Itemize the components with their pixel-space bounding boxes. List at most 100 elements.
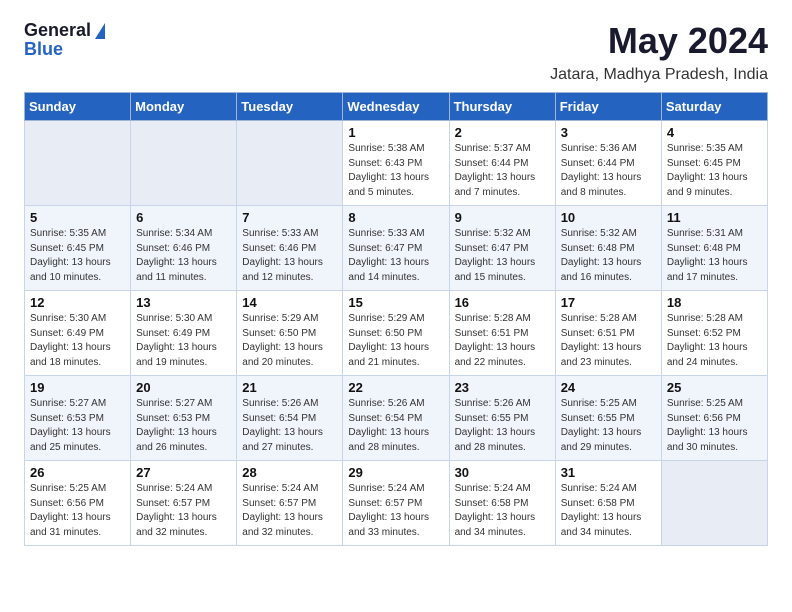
table-row: 26 Sunrise: 5:25 AM Sunset: 6:56 PM Dayli… bbox=[25, 461, 131, 546]
table-row: 12 Sunrise: 5:30 AM Sunset: 6:49 PM Dayli… bbox=[25, 291, 131, 376]
day-number: 2 bbox=[455, 125, 550, 140]
title-block: May 2024 bbox=[608, 20, 768, 62]
col-friday: Friday bbox=[555, 93, 661, 121]
day-info: Sunrise: 5:27 AM Sunset: 6:53 PM Dayligh… bbox=[30, 397, 125, 455]
day-info: Sunrise: 5:38 AM Sunset: 6:43 PM Dayligh… bbox=[348, 142, 443, 200]
calendar-header-row: Sunday Monday Tuesday Wednesday Thursday… bbox=[25, 93, 768, 121]
table-row: 21Sunrise: 5:26 AM Sunset: 6:54 PM Dayli… bbox=[237, 376, 343, 461]
day-number: 9 bbox=[455, 210, 550, 225]
day-info: Sunrise: 5:37 AM Sunset: 6:44 PM Dayligh… bbox=[455, 142, 550, 200]
location: Jatara, Madhya Pradesh, India bbox=[24, 66, 768, 84]
table-row: 13 Sunrise: 5:30 AM Sunset: 6:49 PM Dayli… bbox=[131, 291, 237, 376]
day-info: Sunrise: 5:36 AM Sunset: 6:44 PM Dayligh… bbox=[561, 142, 656, 200]
day-number: 3 bbox=[561, 125, 656, 140]
day-info: Sunrise: 5:33 AM Sunset: 6:46 PM Dayligh… bbox=[242, 227, 337, 285]
table-row: 7 Sunrise: 5:33 AM Sunset: 6:46 PM Daylig… bbox=[237, 206, 343, 291]
day-info: Sunrise: 5:30 AM Sunset: 6:49 PM Dayligh… bbox=[136, 312, 231, 370]
day-info: Sunrise: 5:24 AM Sunset: 6:57 PM Dayligh… bbox=[348, 482, 443, 540]
table-row: 10 Sunrise: 5:32 AM Sunset: 6:48 PM Dayli… bbox=[555, 206, 661, 291]
day-number: 30 bbox=[455, 465, 550, 480]
day-info: Sunrise: 5:32 AM Sunset: 6:47 PM Dayligh… bbox=[455, 227, 550, 285]
col-monday: Monday bbox=[131, 93, 237, 121]
day-info: Sunrise: 5:35 AM Sunset: 6:45 PM Dayligh… bbox=[30, 227, 125, 285]
day-info: Sunrise: 5:32 AM Sunset: 6:48 PM Dayligh… bbox=[561, 227, 656, 285]
day-number: 15 bbox=[348, 295, 443, 310]
logo-triangle-icon bbox=[95, 23, 105, 39]
table-row: 27 Sunrise: 5:24 AM Sunset: 6:57 PM Dayli… bbox=[131, 461, 237, 546]
day-info: Sunrise: 5:30 AM Sunset: 6:49 PM Dayligh… bbox=[30, 312, 125, 370]
table-row bbox=[25, 121, 131, 206]
calendar-table: Sunday Monday Tuesday Wednesday Thursday… bbox=[24, 92, 768, 546]
day-number: 25 bbox=[667, 380, 762, 395]
table-row bbox=[131, 121, 237, 206]
day-number: 18 bbox=[667, 295, 762, 310]
table-row: 11Sunrise: 5:31 AM Sunset: 6:48 PM Dayli… bbox=[661, 206, 767, 291]
table-row: 5 Sunrise: 5:35 AM Sunset: 6:45 PM Daylig… bbox=[25, 206, 131, 291]
table-row: 24Sunrise: 5:25 AM Sunset: 6:55 PM Dayli… bbox=[555, 376, 661, 461]
table-row: 6 Sunrise: 5:34 AM Sunset: 6:46 PM Daylig… bbox=[131, 206, 237, 291]
table-row: 15 Sunrise: 5:29 AM Sunset: 6:50 PM Dayli… bbox=[343, 291, 449, 376]
table-row: 20Sunrise: 5:27 AM Sunset: 6:53 PM Dayli… bbox=[131, 376, 237, 461]
day-info: Sunrise: 5:24 AM Sunset: 6:58 PM Dayligh… bbox=[455, 482, 550, 540]
day-info: Sunrise: 5:29 AM Sunset: 6:50 PM Dayligh… bbox=[242, 312, 337, 370]
day-number: 14 bbox=[242, 295, 337, 310]
table-row: 3 Sunrise: 5:36 AM Sunset: 6:44 PM Daylig… bbox=[555, 121, 661, 206]
day-info: Sunrise: 5:28 AM Sunset: 6:51 PM Dayligh… bbox=[455, 312, 550, 370]
day-info: Sunrise: 5:29 AM Sunset: 6:50 PM Dayligh… bbox=[348, 312, 443, 370]
table-row: 19 Sunrise: 5:27 AM Sunset: 6:53 PM Dayli… bbox=[25, 376, 131, 461]
day-info: Sunrise: 5:34 AM Sunset: 6:46 PM Dayligh… bbox=[136, 227, 231, 285]
calendar-week-5: 26 Sunrise: 5:25 AM Sunset: 6:56 PM Dayli… bbox=[25, 461, 768, 546]
table-row: 31Sunrise: 5:24 AM Sunset: 6:58 PM Dayli… bbox=[555, 461, 661, 546]
table-row: 16 Sunrise: 5:28 AM Sunset: 6:51 PM Dayli… bbox=[449, 291, 555, 376]
day-number: 13 bbox=[136, 295, 231, 310]
col-thursday: Thursday bbox=[449, 93, 555, 121]
calendar-week-4: 19 Sunrise: 5:27 AM Sunset: 6:53 PM Dayli… bbox=[25, 376, 768, 461]
day-number: 10 bbox=[561, 210, 656, 225]
day-number: 29 bbox=[348, 465, 443, 480]
day-number: 4 bbox=[667, 125, 762, 140]
day-number: 12 bbox=[30, 295, 125, 310]
col-wednesday: Wednesday bbox=[343, 93, 449, 121]
day-info: Sunrise: 5:24 AM Sunset: 6:58 PM Dayligh… bbox=[561, 482, 656, 540]
day-number: 7 bbox=[242, 210, 337, 225]
col-saturday: Saturday bbox=[661, 93, 767, 121]
day-info: Sunrise: 5:25 AM Sunset: 6:56 PM Dayligh… bbox=[667, 397, 762, 455]
day-number: 27 bbox=[136, 465, 231, 480]
day-info: Sunrise: 5:31 AM Sunset: 6:48 PM Dayligh… bbox=[667, 227, 762, 285]
day-number: 28 bbox=[242, 465, 337, 480]
day-info: Sunrise: 5:35 AM Sunset: 6:45 PM Dayligh… bbox=[667, 142, 762, 200]
day-info: Sunrise: 5:27 AM Sunset: 6:53 PM Dayligh… bbox=[136, 397, 231, 455]
day-number: 5 bbox=[30, 210, 125, 225]
table-row: 29 Sunrise: 5:24 AM Sunset: 6:57 PM Dayli… bbox=[343, 461, 449, 546]
table-row: 23 Sunrise: 5:26 AM Sunset: 6:55 PM Dayli… bbox=[449, 376, 555, 461]
day-info: Sunrise: 5:28 AM Sunset: 6:52 PM Dayligh… bbox=[667, 312, 762, 370]
day-number: 26 bbox=[30, 465, 125, 480]
day-number: 19 bbox=[30, 380, 125, 395]
logo-blue: Blue bbox=[24, 39, 63, 60]
day-info: Sunrise: 5:25 AM Sunset: 6:56 PM Dayligh… bbox=[30, 482, 125, 540]
day-info: Sunrise: 5:24 AM Sunset: 6:57 PM Dayligh… bbox=[242, 482, 337, 540]
calendar-week-3: 12 Sunrise: 5:30 AM Sunset: 6:49 PM Dayli… bbox=[25, 291, 768, 376]
day-number: 23 bbox=[455, 380, 550, 395]
day-info: Sunrise: 5:26 AM Sunset: 6:54 PM Dayligh… bbox=[242, 397, 337, 455]
month-title: May 2024 bbox=[608, 20, 768, 62]
day-number: 6 bbox=[136, 210, 231, 225]
table-row bbox=[661, 461, 767, 546]
day-number: 16 bbox=[455, 295, 550, 310]
table-row: 18 Sunrise: 5:28 AM Sunset: 6:52 PM Dayli… bbox=[661, 291, 767, 376]
table-row: 30 Sunrise: 5:24 AM Sunset: 6:58 PM Dayli… bbox=[449, 461, 555, 546]
day-info: Sunrise: 5:26 AM Sunset: 6:55 PM Dayligh… bbox=[455, 397, 550, 455]
col-sunday: Sunday bbox=[25, 93, 131, 121]
table-row: 8Sunrise: 5:33 AM Sunset: 6:47 PM Daylig… bbox=[343, 206, 449, 291]
day-number: 1 bbox=[348, 125, 443, 140]
day-info: Sunrise: 5:24 AM Sunset: 6:57 PM Dayligh… bbox=[136, 482, 231, 540]
table-row: 4 Sunrise: 5:35 AM Sunset: 6:45 PM Daylig… bbox=[661, 121, 767, 206]
table-row: 9 Sunrise: 5:32 AM Sunset: 6:47 PM Daylig… bbox=[449, 206, 555, 291]
table-row: 14 Sunrise: 5:29 AM Sunset: 6:50 PM Dayli… bbox=[237, 291, 343, 376]
col-tuesday: Tuesday bbox=[237, 93, 343, 121]
page-container: General Blue May 2024 Jatara, Madhya Pra… bbox=[0, 0, 792, 566]
day-info: Sunrise: 5:28 AM Sunset: 6:51 PM Dayligh… bbox=[561, 312, 656, 370]
logo-general: General bbox=[24, 20, 91, 41]
table-row: 25 Sunrise: 5:25 AM Sunset: 6:56 PM Dayli… bbox=[661, 376, 767, 461]
day-number: 24 bbox=[561, 380, 656, 395]
